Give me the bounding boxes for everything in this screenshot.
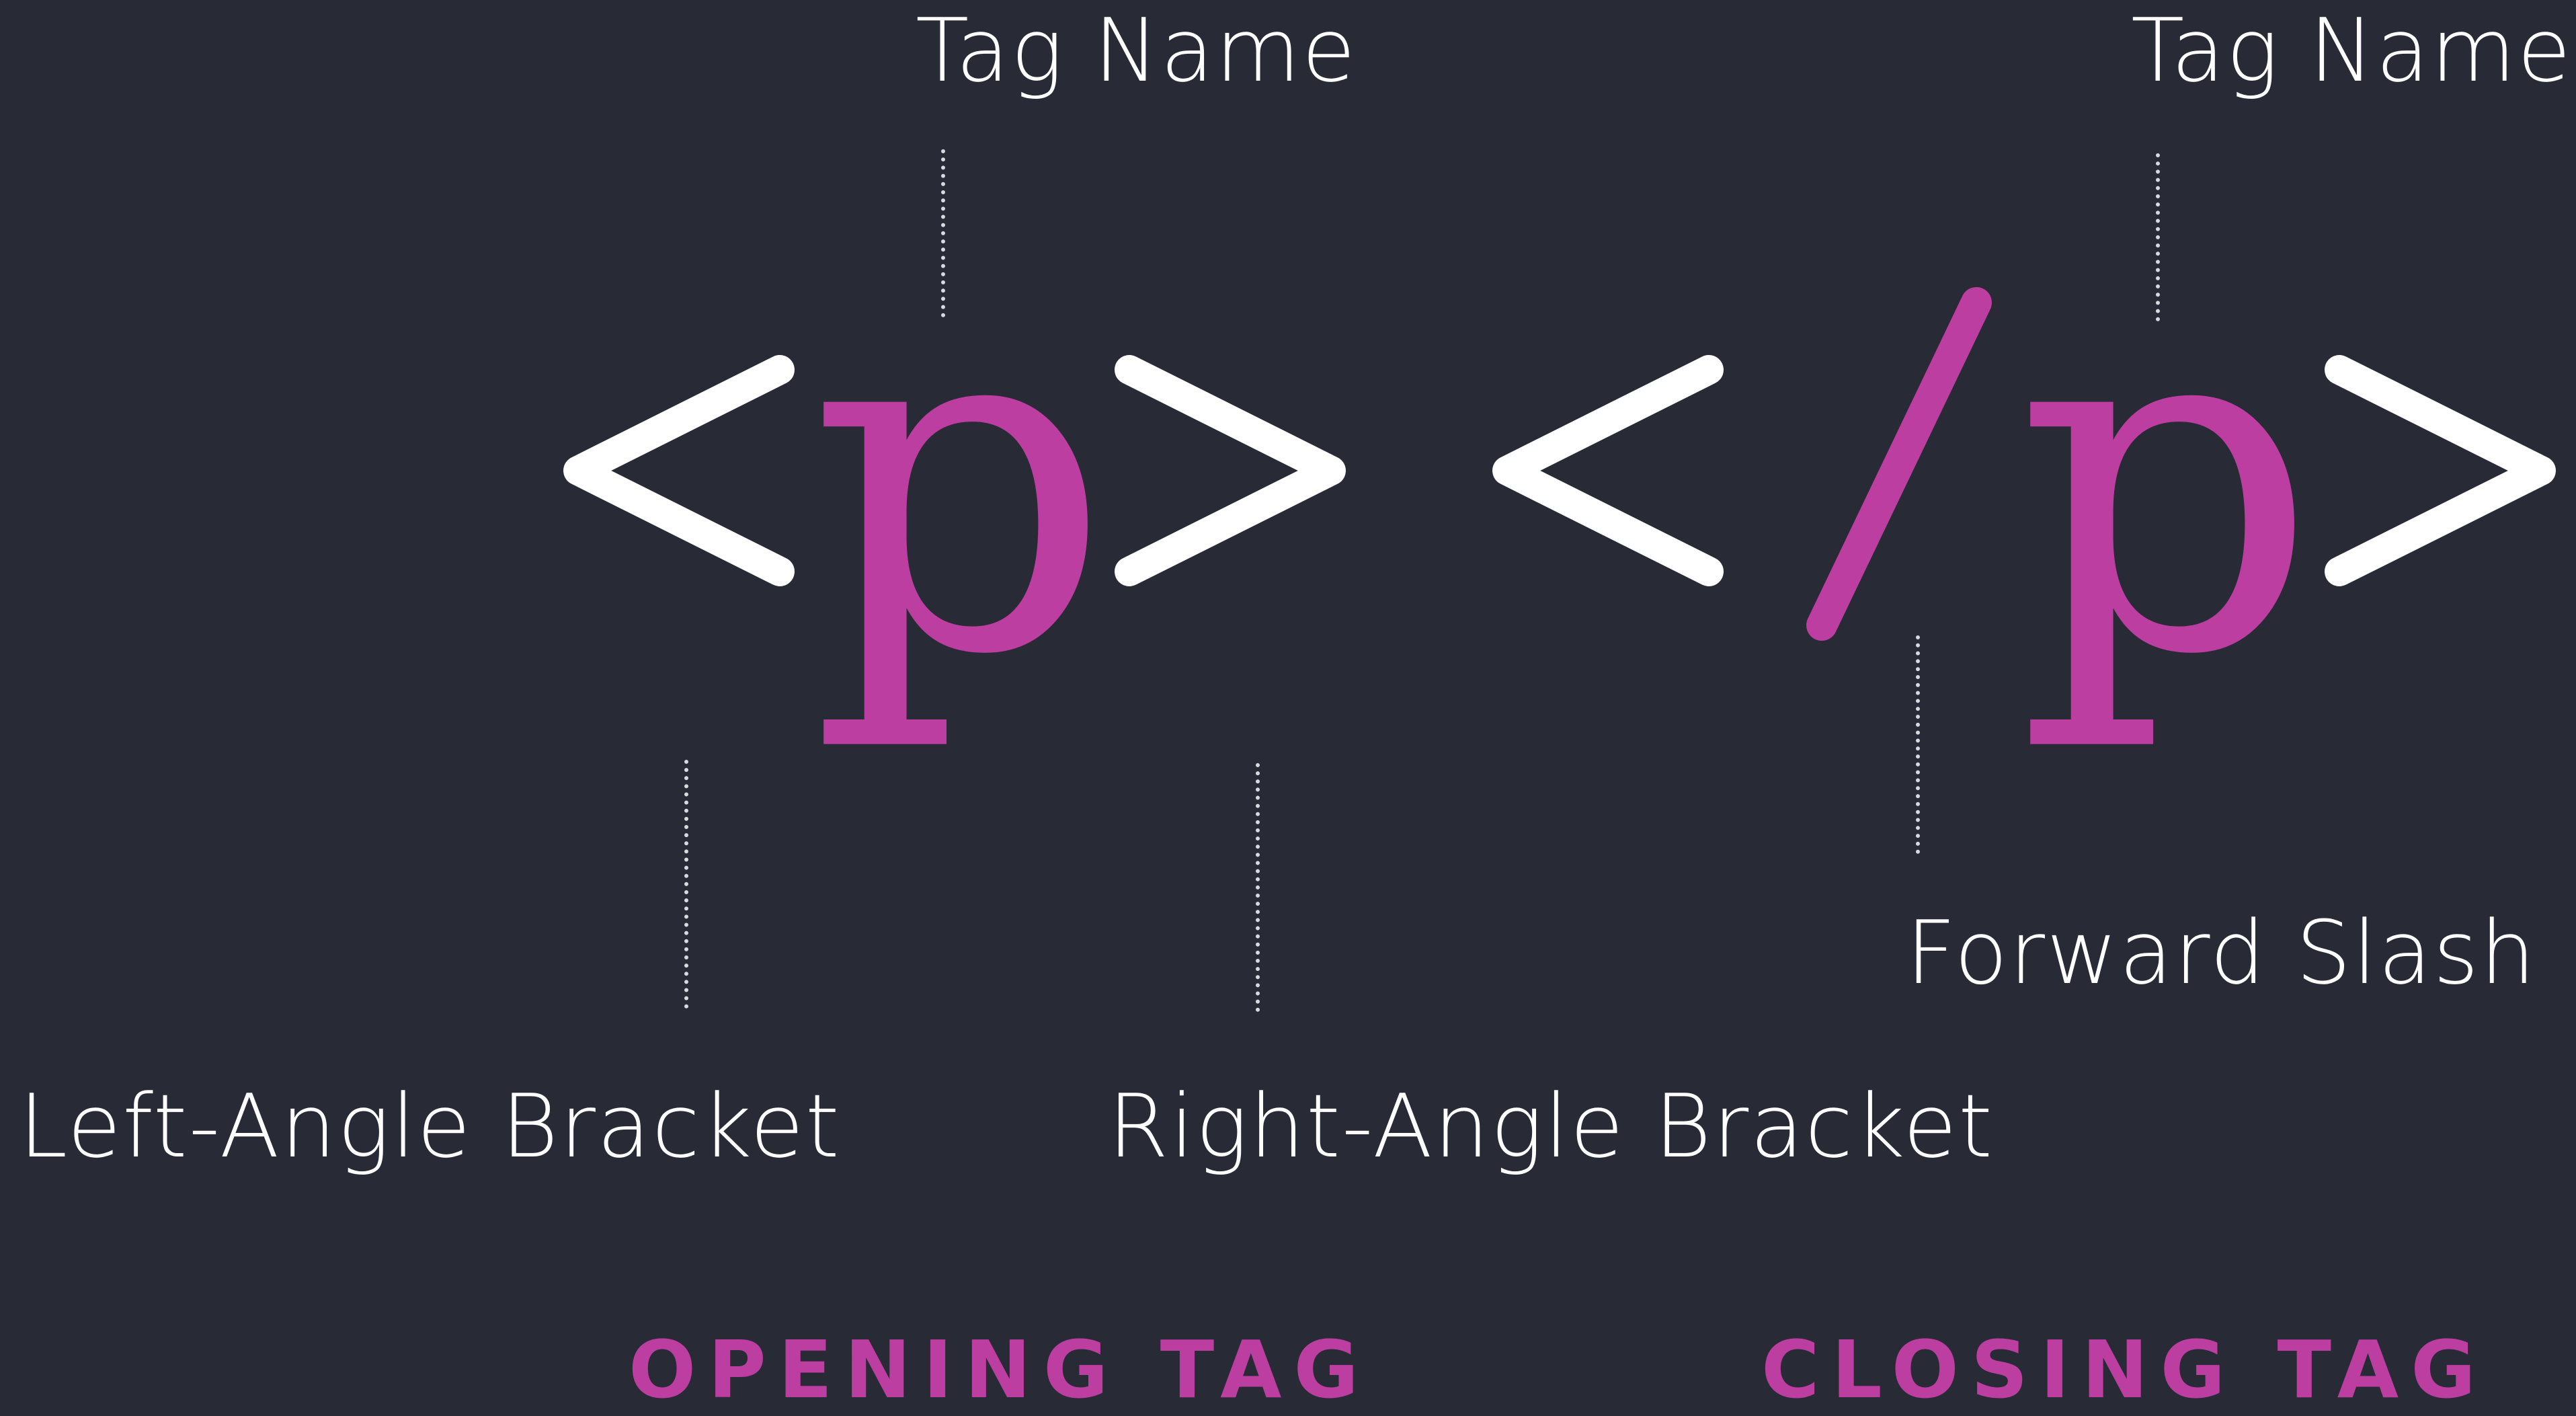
right-angle-bracket-label: Right-Angle Bracket [1108,1075,1994,1177]
close-tag-name-p: p [2017,210,2319,758]
close-left-angle-bracket [1492,355,1724,586]
open-left-angle-bracket [563,355,795,586]
left-angle-bracket-label: Left-Angle Bracket [19,1075,841,1177]
close-right-angle-bracket [2325,355,2556,586]
forward-slash-leader [1916,635,1920,854]
closing-tag-heading: CLOSING TAG [1761,1323,2488,1416]
opening-tag-heading: OPENING TAG [629,1323,1371,1416]
forward-slash-label: Forward Slash [1906,902,2537,1004]
right-angle-bracket-leader [1256,763,1260,1012]
tag-name-label-opening: Tag Name [916,0,1357,102]
open-right-angle-bracket [1115,355,1346,586]
open-tag-name-p: p [810,210,1112,758]
html-tag-anatomy-diagram: Tag Name Tag Name p p Forward Slash Left… [0,0,2576,1409]
close-forward-slash [1806,287,1992,641]
tag-name-label-closing: Tag Name [2131,0,2573,102]
left-angle-bracket-leader [684,760,688,1009]
